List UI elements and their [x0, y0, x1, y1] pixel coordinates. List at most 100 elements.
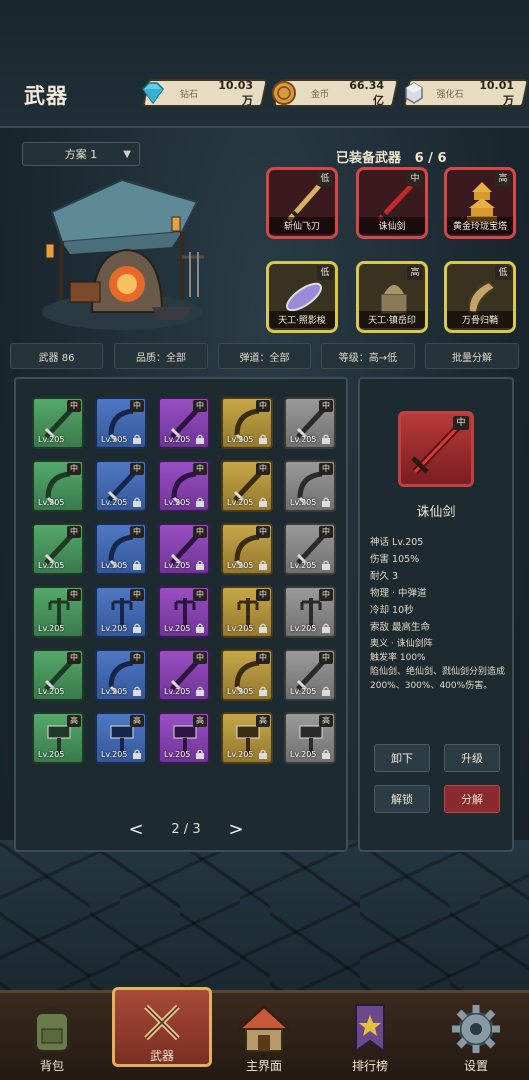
- inventory-item[interactable]: 高 Lv.205: [95, 712, 147, 764]
- inventory-item[interactable]: 中 Lv.205: [221, 397, 273, 449]
- house-icon: [237, 1005, 291, 1052]
- inventory-item[interactable]: 中 Lv.205: [32, 397, 84, 449]
- tier-tag: 中: [193, 526, 207, 538]
- inventory-item[interactable]: 中 Lv.205: [32, 523, 84, 575]
- item-level: Lv.205: [227, 498, 254, 507]
- weapon-stats: 神话 Lv.205 伤害 105% 耐久 3 物理 · 中弹道 冷却 10秒 索…: [370, 537, 431, 633]
- inventory-item[interactable]: 中 Lv.205: [158, 460, 210, 512]
- item-level: Lv.205: [290, 750, 317, 759]
- nav-home[interactable]: 主界面: [214, 993, 314, 1080]
- pagination: < 2 / 3 >: [126, 819, 246, 840]
- lock-icon: [322, 560, 330, 570]
- next-page-button[interactable]: >: [226, 819, 246, 840]
- item-level: Lv.205: [38, 750, 65, 759]
- scheme-label: 方案 1: [64, 148, 98, 161]
- coin-counter[interactable]: 金币 66.34亿: [272, 79, 399, 107]
- item-level: Lv.205: [101, 624, 128, 633]
- lock-icon: [196, 686, 204, 696]
- stone-counter[interactable]: 强化石 10.01万: [403, 79, 529, 107]
- detail-panel: 中 诛仙剑 神话 Lv.205 伤害 105% 耐久 3 物理 · 中弹道 冷却…: [358, 377, 514, 852]
- tier-tag: 中: [319, 652, 333, 664]
- inventory-item[interactable]: 中 Lv.205: [221, 586, 273, 638]
- diamond-counter[interactable]: 钻石 10.03万: [142, 79, 268, 107]
- item-level: Lv.205: [227, 624, 254, 633]
- inventory-item[interactable]: 高 Lv.205: [32, 712, 84, 764]
- inventory-item[interactable]: 中 Lv.205: [158, 397, 210, 449]
- equipped-slot-6[interactable]: 低 万骨归鞘: [444, 261, 516, 333]
- inventory-item[interactable]: 高 Lv.205: [221, 712, 273, 764]
- tier-tag: 中: [130, 526, 144, 538]
- equipped-slot-5[interactable]: 高 天工·镇岳印: [356, 261, 428, 333]
- inventory-item[interactable]: 中 Lv.205: [95, 460, 147, 512]
- inventory-item[interactable]: 中 Lv.205: [158, 586, 210, 638]
- inventory-item[interactable]: 中 Lv.205: [95, 586, 147, 638]
- filter-quality[interactable]: 品质：全部: [114, 343, 208, 369]
- tier-tag: 中: [67, 589, 81, 601]
- lock-icon: [133, 434, 141, 444]
- inventory-item[interactable]: 中 Lv.205: [284, 523, 336, 575]
- inventory-item[interactable]: 中 Lv.205: [221, 649, 273, 701]
- lock-icon: [322, 686, 330, 696]
- equipped-slot-3[interactable]: 高 黄金玲珑宝塔: [444, 167, 516, 239]
- tier-tag: 中: [193, 400, 207, 412]
- equipped-slot-1[interactable]: 低 斩仙飞刀: [266, 167, 338, 239]
- tier-tag: 高: [130, 715, 144, 727]
- item-level: Lv.205: [290, 687, 317, 696]
- page-indicator: 2 / 3: [171, 822, 201, 837]
- inventory-item[interactable]: 中 Lv.205: [284, 649, 336, 701]
- inventory-item[interactable]: 中 Lv.205: [284, 586, 336, 638]
- nav-settings[interactable]: 设置: [426, 993, 526, 1080]
- tier-tag: 中: [319, 400, 333, 412]
- scheme-dropdown[interactable]: 方案 1 ▼: [22, 142, 140, 166]
- equipped-slot-2[interactable]: 中 诛仙剑: [356, 167, 428, 239]
- inventory-item[interactable]: 中 Lv.205: [95, 397, 147, 449]
- inventory-item[interactable]: 中 Lv.205: [32, 460, 84, 512]
- batch-dismantle-button[interactable]: 批量分解: [425, 343, 519, 369]
- inventory-item[interactable]: 中 Lv.205: [284, 397, 336, 449]
- inventory-item[interactable]: 中 Lv.205: [95, 523, 147, 575]
- tier-tag: 中: [256, 526, 270, 538]
- inventory-item[interactable]: 中 Lv.205: [32, 586, 84, 638]
- lock-icon: [259, 560, 267, 570]
- filter-weapon-count[interactable]: 武器 86: [10, 343, 103, 369]
- inventory-item[interactable]: 中 Lv.205: [221, 460, 273, 512]
- tier-tag: 中: [67, 526, 81, 538]
- inventory-item[interactable]: 高 Lv.205: [158, 712, 210, 764]
- selected-weapon-icon: 中: [398, 411, 474, 487]
- top-bar: 武器 钻石 10.03万 金币 66.34亿 强化石 10.01万: [0, 0, 529, 128]
- inventory-item[interactable]: 高 Lv.205: [284, 712, 336, 764]
- item-level: Lv.205: [38, 498, 65, 507]
- lock-icon: [196, 749, 204, 759]
- tier-tag: 中: [67, 652, 81, 664]
- lock-icon: [259, 497, 267, 507]
- filter-trajectory[interactable]: 弹道：全部: [218, 343, 311, 369]
- unequip-button[interactable]: 卸下: [374, 744, 430, 772]
- lock-icon: [196, 497, 204, 507]
- nav-weapon[interactable]: 武器: [112, 987, 212, 1067]
- nav-leaderboard[interactable]: 排行榜: [320, 993, 420, 1080]
- tier-tag: 中: [130, 652, 144, 664]
- inventory-item[interactable]: 中 Lv.205: [221, 523, 273, 575]
- upgrade-button[interactable]: 升级: [444, 744, 500, 772]
- item-level: Lv.205: [227, 561, 254, 570]
- equipped-slot-4[interactable]: 低 天工·照影梭: [266, 261, 338, 333]
- inventory-item[interactable]: 中 Lv.205: [158, 649, 210, 701]
- dismantle-button[interactable]: 分解: [444, 785, 500, 813]
- inventory-item[interactable]: 中 Lv.205: [32, 649, 84, 701]
- weapon-skill: 奥义 · 诛仙剑阵 触发率 100% 陷仙剑、绝仙剑、戮仙剑分别造成200%、3…: [370, 639, 506, 691]
- filter-level-sort[interactable]: 等级：高→低: [321, 343, 415, 369]
- lock-icon: [133, 623, 141, 633]
- chevron-down-icon: ▼: [123, 149, 131, 160]
- item-level: Lv.205: [164, 435, 191, 444]
- unlock-button[interactable]: 解锁: [374, 785, 430, 813]
- lock-icon: [133, 560, 141, 570]
- item-level: Lv.205: [227, 435, 254, 444]
- lock-icon: [133, 686, 141, 696]
- inventory-item[interactable]: 中 Lv.205: [284, 460, 336, 512]
- inventory-item[interactable]: 中 Lv.205: [95, 649, 147, 701]
- tier-tag: 中: [67, 400, 81, 412]
- prev-page-button[interactable]: <: [126, 819, 146, 840]
- inventory-item[interactable]: 中 Lv.205: [158, 523, 210, 575]
- item-level: Lv.205: [38, 435, 65, 444]
- nav-backpack[interactable]: 背包: [2, 993, 102, 1080]
